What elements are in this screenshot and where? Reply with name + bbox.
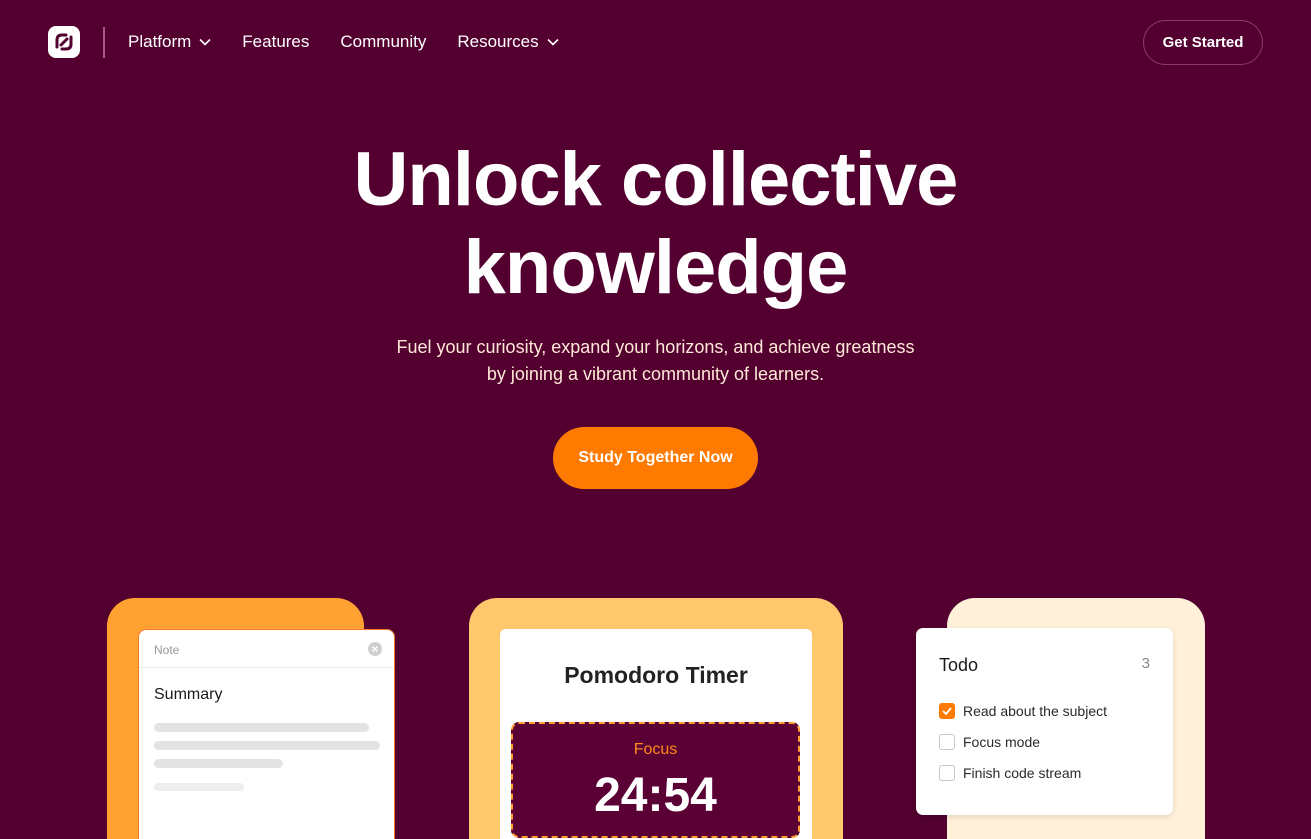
- nav-item-features[interactable]: Features: [242, 30, 309, 54]
- nav-item-label: Resources: [457, 32, 539, 51]
- todo-item[interactable]: Read about the subject: [939, 703, 1107, 719]
- checkbox-icon[interactable]: [939, 734, 955, 750]
- nav-item-label: Features: [242, 32, 310, 51]
- hero-title: Unlock collective knowledge: [0, 136, 1311, 312]
- text-placeholder-line: [154, 723, 369, 732]
- chevron-down-icon: [547, 38, 559, 46]
- pomodoro-card: Pomodoro Timer Focus 24:54: [500, 629, 812, 839]
- text-placeholder-line: [154, 783, 244, 791]
- note-header-label: Note: [154, 643, 180, 657]
- close-icon[interactable]: [368, 642, 382, 656]
- todo-card: Todo 3 Read about the subject Focus mode…: [916, 628, 1173, 815]
- note-header: Note: [139, 630, 394, 668]
- pomodoro-title: Pomodoro Timer: [564, 662, 748, 688]
- nav-item-community[interactable]: Community: [340, 30, 426, 54]
- nav-divider: [103, 27, 105, 58]
- hero-title-line2: knowledge: [463, 225, 849, 310]
- checkbox-checked-icon[interactable]: [939, 703, 955, 719]
- todo-item[interactable]: Finish code stream: [939, 765, 1081, 781]
- nav-item-resources[interactable]: Resources: [457, 30, 559, 54]
- text-placeholder-line: [154, 741, 380, 750]
- checkbox-icon[interactable]: [939, 765, 955, 781]
- top-navigation: Platform Features Community Resources Ge…: [0, 0, 1311, 84]
- text-placeholder-line: [154, 759, 283, 768]
- pomodoro-mode-label: Focus: [633, 741, 678, 758]
- nav-links: Platform Features Community Resources: [128, 30, 590, 54]
- hero-subtitle-line1: Fuel your curiosity, expand your horizon…: [396, 337, 915, 357]
- nav-item-platform[interactable]: Platform: [128, 30, 211, 54]
- chevron-down-icon: [199, 38, 211, 46]
- get-started-button[interactable]: Get Started: [1143, 20, 1263, 65]
- note-card: Note Summary: [138, 629, 395, 839]
- todo-title: Todo: [939, 655, 979, 675]
- todo-item-label: Read about the subject: [963, 703, 1107, 719]
- nav-item-label: Community: [340, 32, 427, 51]
- note-title: Summary: [154, 686, 223, 703]
- logo[interactable]: [48, 26, 80, 58]
- hero-subtitle-line2: by joining a vibrant community of learne…: [486, 364, 825, 384]
- chain-link-logo-icon: [55, 33, 73, 51]
- todo-item-label: Finish code stream: [963, 765, 1082, 781]
- study-together-button[interactable]: Study Together Now: [553, 427, 758, 489]
- todo-count: 3: [1141, 655, 1150, 672]
- todo-item-label: Focus mode: [963, 734, 1041, 750]
- todo-item[interactable]: Focus mode: [939, 734, 1040, 750]
- pomodoro-timer-display: Focus 24:54: [511, 722, 800, 838]
- hero-title-line1: Unlock collective: [353, 137, 959, 222]
- pomodoro-time: 24:54: [594, 769, 717, 822]
- hero-subtitle: Fuel your curiosity, expand your horizon…: [0, 334, 1311, 388]
- nav-item-label: Platform: [128, 32, 192, 51]
